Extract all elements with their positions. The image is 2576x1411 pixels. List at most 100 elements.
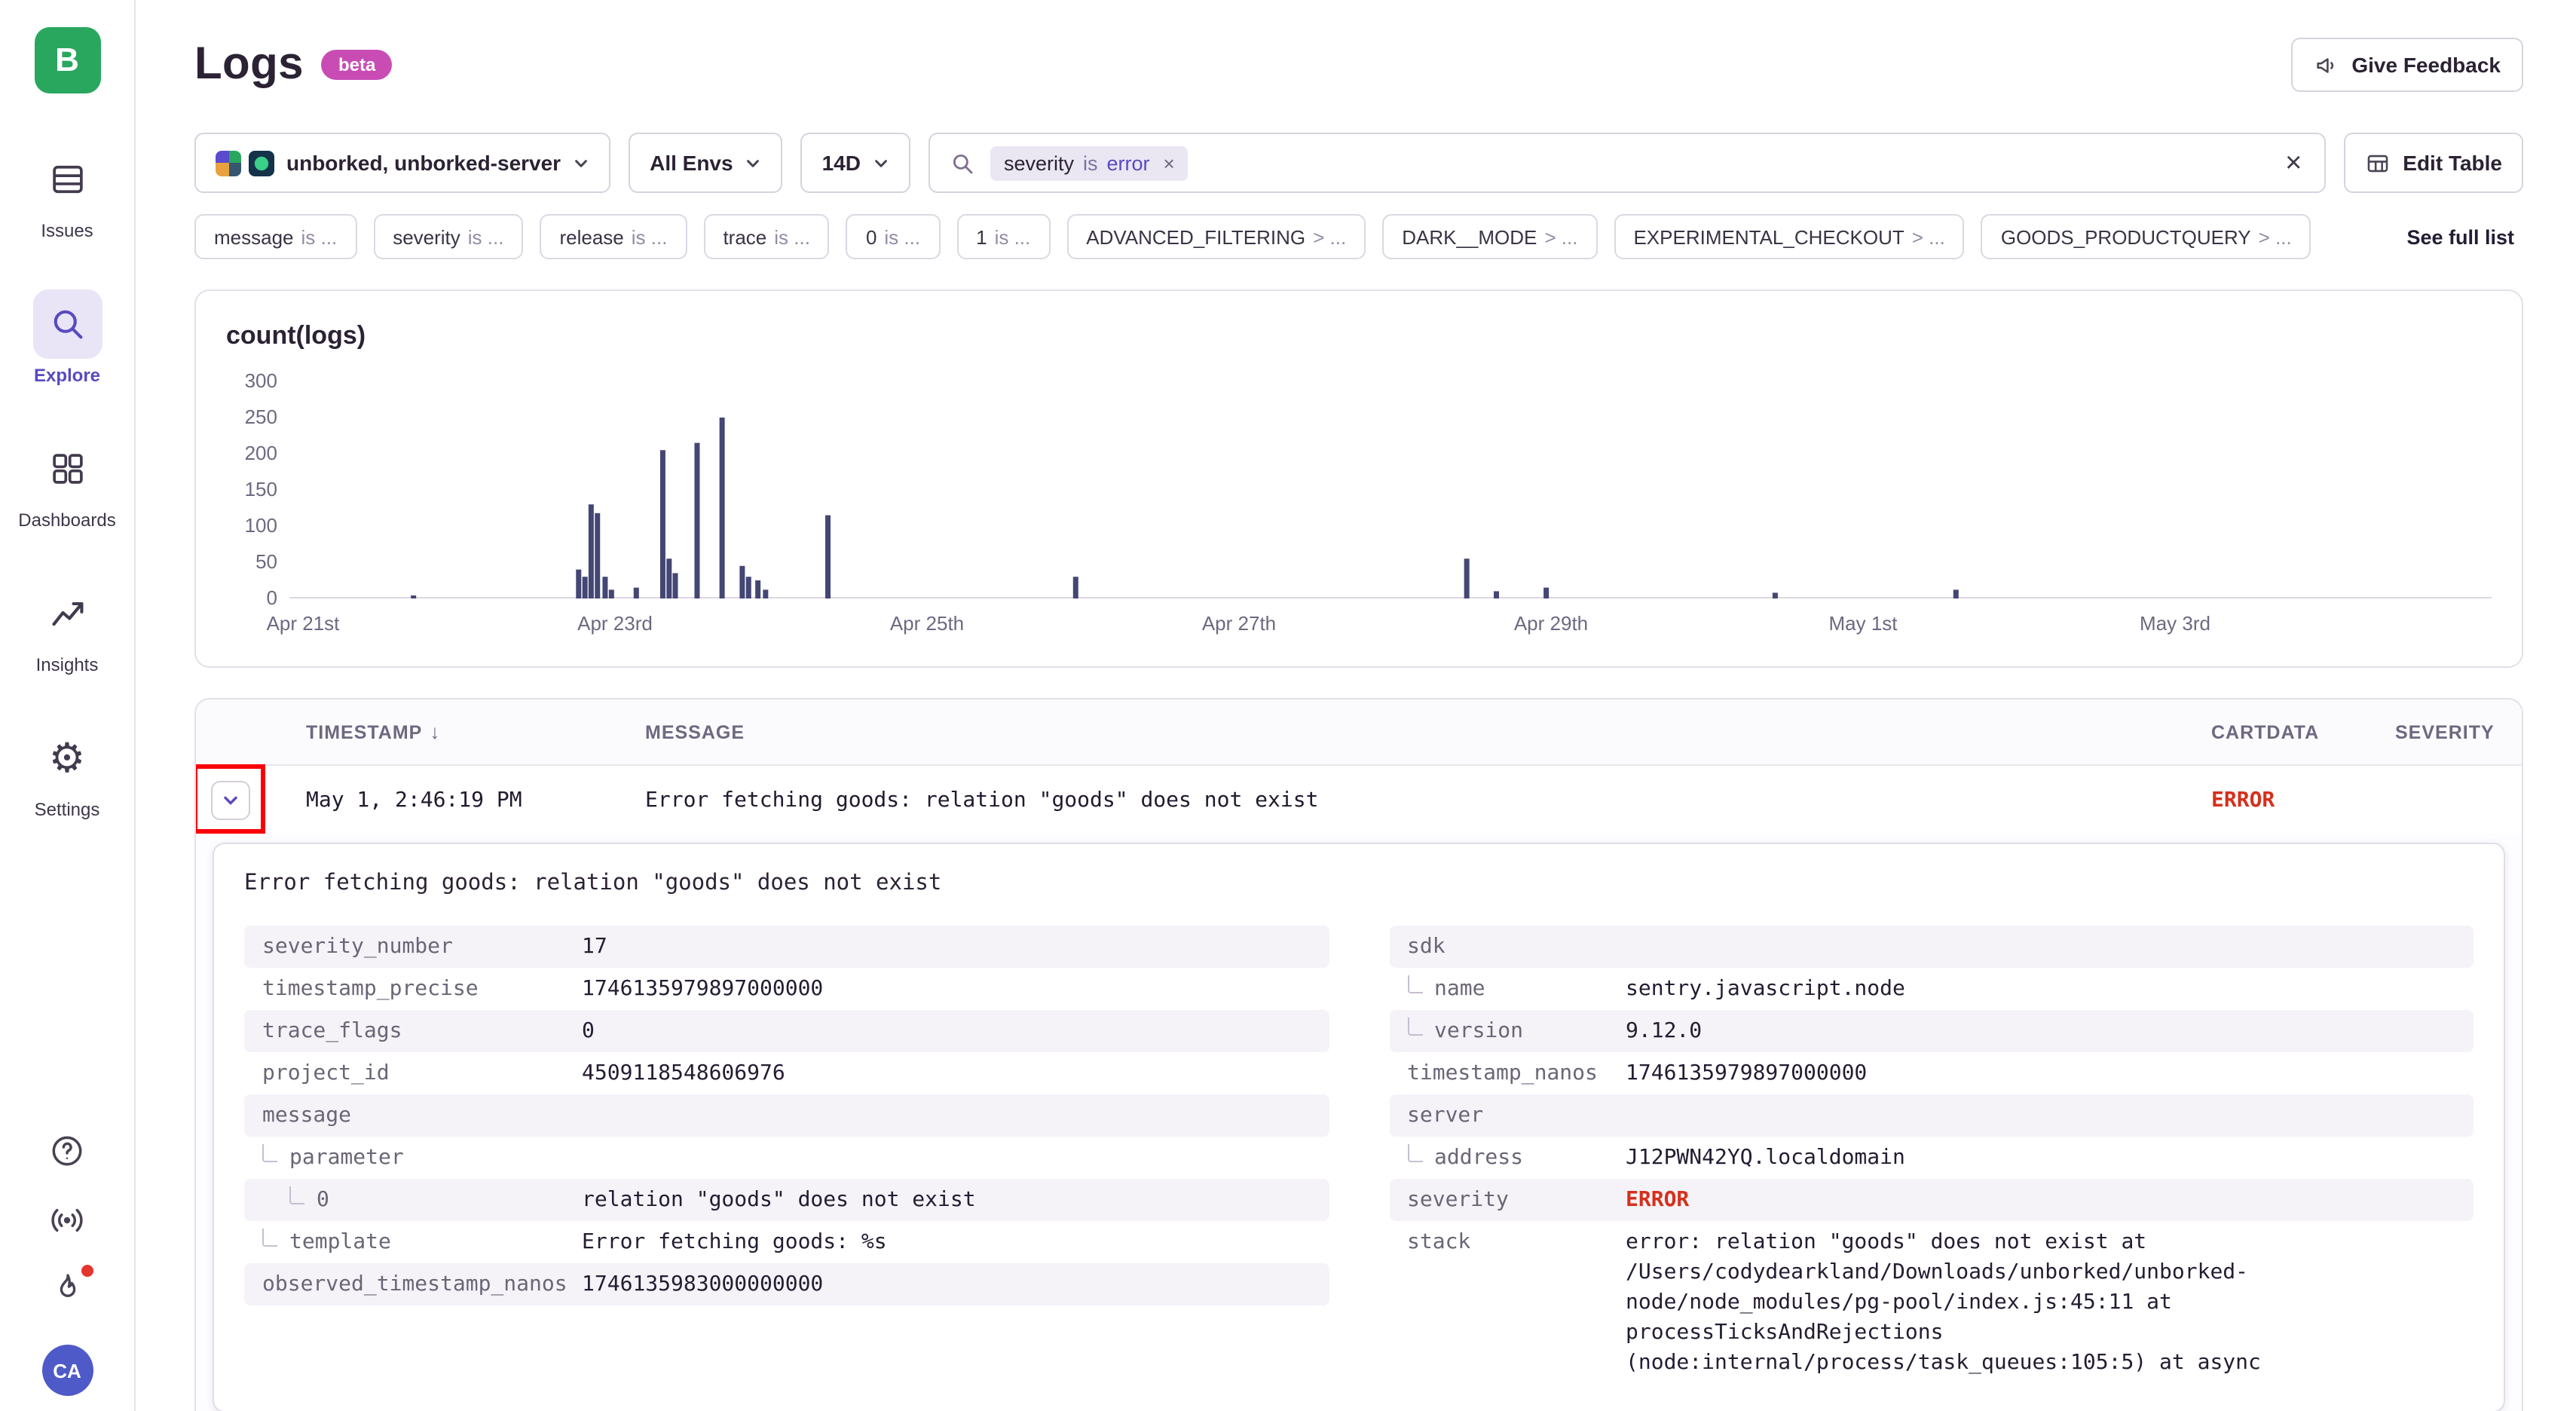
chip-name: trace — [723, 225, 766, 248]
sidebar-item-dashboards[interactable]: Dashboards — [18, 434, 115, 531]
broadcast-icon[interactable] — [47, 1200, 87, 1239]
insights-chart-icon — [32, 579, 102, 648]
attribute-chip[interactable]: EXPERIMENTAL_CHECKOUT> ... — [1614, 214, 1964, 259]
column-header-cartdata[interactable]: CARTDATA — [2198, 721, 2382, 742]
see-full-list-link[interactable]: See full list — [2388, 214, 2523, 259]
attribute-key: template — [262, 1227, 582, 1257]
sidebar-item-explore[interactable]: Explore — [32, 289, 102, 386]
tree-elbow — [1407, 975, 1422, 993]
tree-elbow — [289, 1186, 304, 1204]
attribute-value: 0 — [582, 1016, 1311, 1046]
column-header-message[interactable]: MESSAGE — [632, 721, 2198, 742]
main-content: Logs beta Give Feedback unborked, unbork… — [136, 0, 2576, 1411]
chip-name: 1 — [976, 225, 987, 248]
attribute-row: 0relation "goods" does not exist — [244, 1179, 1329, 1221]
project-selector[interactable]: unborked, unborked-server — [194, 133, 610, 193]
attribute-value: J12PWN42YQ.localdomain — [1626, 1143, 2455, 1173]
chip-name: severity — [393, 225, 460, 248]
x-tick-label: Apr 27th — [1202, 612, 1276, 635]
chip-suffix: > ... — [1912, 225, 1945, 248]
issues-icon — [32, 145, 102, 214]
user-avatar[interactable]: CA — [41, 1345, 93, 1396]
chip-name: 0 — [866, 225, 877, 248]
attribute-value: ERROR — [1626, 1185, 2455, 1215]
edit-table-button[interactable]: Edit Table — [2344, 133, 2523, 193]
time-range-label: 14D — [822, 151, 861, 175]
filter-token-severity[interactable]: severity is error × — [990, 145, 1189, 180]
y-tick-label: 300 — [226, 371, 277, 392]
sidebar-item-insights[interactable]: Insights — [32, 579, 102, 675]
attribute-row: server — [1389, 1094, 2474, 1137]
attribute-chip[interactable]: messageis ... — [194, 214, 356, 259]
attribute-row: timestamp_precise1746135979897000000 — [244, 968, 1329, 1010]
x-tick-label: Apr 25th — [890, 612, 964, 635]
attribute-row: namesentry.javascript.node — [1389, 968, 2474, 1010]
chart-plot-area[interactable] — [289, 381, 2492, 598]
token-remove-icon[interactable]: × — [1164, 152, 1175, 174]
chart-bars — [289, 381, 2492, 598]
y-tick-label: 150 — [226, 479, 277, 500]
attribute-chip[interactable]: ADVANCED_FILTERING> ... — [1066, 214, 1366, 259]
attribute-row: sdk — [1389, 926, 2474, 968]
project-selector-label: unborked, unborked-server — [286, 151, 561, 175]
attribute-chips: messageis ...severityis ...releaseis ...… — [194, 214, 2311, 262]
attribute-value: 1746135979897000000 — [582, 974, 1311, 1004]
x-tick-label: May 1st — [1828, 612, 1897, 635]
attribute-chip[interactable]: 1 is ... — [956, 214, 1050, 259]
chip-suffix: is ... — [301, 225, 338, 248]
environment-selector[interactable]: All Envs — [629, 133, 783, 193]
attribute-chip[interactable]: 0 is ... — [846, 214, 940, 259]
chip-name: ADVANCED_FILTERING — [1086, 225, 1305, 248]
attribute-key: sdk — [1407, 932, 1626, 962]
chip-suffix: is ... — [468, 225, 504, 248]
log-detail-area: Error fetching goods: relation "goods" d… — [196, 834, 2522, 1411]
attribute-chip[interactable]: severity is ... — [373, 214, 523, 259]
chart-title: count(logs) — [226, 318, 2492, 354]
tree-elbow — [262, 1229, 277, 1247]
chevron-down-icon — [573, 155, 589, 171]
column-header-timestamp[interactable]: TIMESTAMP ↓ — [292, 721, 632, 743]
sidebar-item-settings[interactable]: ⚙ Settings — [32, 724, 102, 820]
expand-row-button[interactable] — [211, 780, 250, 819]
log-timestamp: May 1, 2:46:19 PM — [292, 788, 632, 812]
explore-search-icon — [32, 289, 102, 359]
megaphone-icon — [2314, 52, 2339, 78]
attribute-key: project_id — [262, 1058, 582, 1088]
attribute-chip[interactable]: traceis ... — [703, 214, 830, 259]
search-input[interactable]: severity is error × × — [929, 133, 2326, 193]
column-header-severity[interactable]: SEVERITY — [2382, 721, 2522, 742]
log-detail-panel: Error fetching goods: relation "goods" d… — [213, 843, 2505, 1411]
clear-search-icon[interactable]: × — [2282, 148, 2305, 177]
log-row[interactable]: May 1, 2:46:19 PM Error fetching goods: … — [196, 766, 2522, 834]
attribute-value: relation "goods" does not exist — [582, 1185, 1311, 1215]
attribute-chip[interactable]: DARK__MODE> ... — [1382, 214, 1597, 259]
attribute-chip[interactable]: releaseis ... — [540, 214, 687, 259]
attribute-row: project_id4509118548606976 — [244, 1052, 1329, 1094]
y-tick-label: 250 — [226, 407, 277, 428]
x-tick-label: Apr 21st — [267, 612, 340, 635]
time-range-selector[interactable]: 14D — [801, 133, 910, 193]
attribute-key: stack — [1407, 1227, 1626, 1257]
chevron-down-icon — [745, 155, 762, 171]
attribute-value: Error fetching goods: %s — [582, 1227, 1311, 1257]
whats-new-flame-icon[interactable] — [47, 1269, 87, 1308]
attribute-chip[interactable]: GOODS_PRODUCTQUERY> ... — [1981, 214, 2311, 259]
attribute-row: stackerror: relation "goods" does not ex… — [1389, 1221, 2474, 1384]
sidebar-item-label: Explore — [34, 365, 100, 386]
attribute-chips-row: messageis ...severityis ...releaseis ...… — [194, 214, 2523, 262]
give-feedback-button[interactable]: Give Feedback — [2291, 38, 2523, 92]
chip-suffix: is ... — [884, 225, 920, 248]
org-logo[interactable]: B — [34, 27, 100, 93]
sidebar-item-label: Insights — [36, 654, 99, 675]
chart-y-axis: 050100150200250300 — [226, 381, 277, 598]
page-header: Logs beta Give Feedback — [194, 30, 2523, 99]
y-tick-label: 50 — [226, 552, 277, 573]
help-icon[interactable] — [47, 1131, 87, 1170]
attribute-key: 0 — [262, 1185, 582, 1215]
logs-table-header: TIMESTAMP ↓ MESSAGE CARTDATA SEVERITY — [196, 699, 2522, 766]
sidebar-item-issues[interactable]: Issues — [32, 145, 102, 241]
chip-suffix: is ... — [995, 225, 1031, 248]
token-value: error — [1107, 152, 1150, 174]
log-severity-value: ERROR — [2198, 788, 2382, 812]
chip-name: release — [559, 225, 623, 248]
